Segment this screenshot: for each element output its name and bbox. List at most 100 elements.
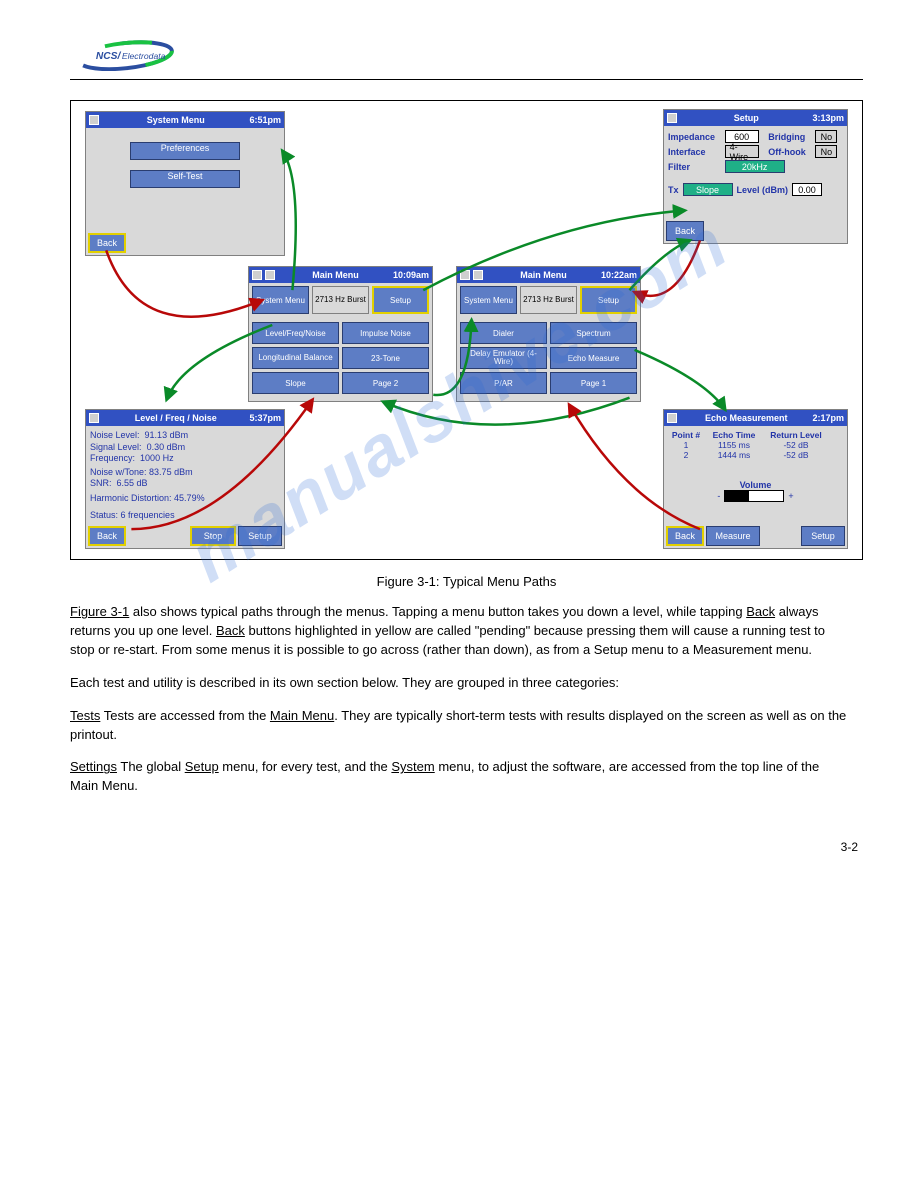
status-val: 6 frequencies [121, 510, 175, 520]
settings-link[interactable]: Settings [70, 759, 117, 774]
filter-value[interactable]: 20kHz [725, 160, 785, 173]
bridging-value[interactable]: No [815, 130, 837, 143]
window-icon [252, 270, 262, 280]
volume-slider[interactable] [724, 490, 784, 502]
title: Level / Freq / Noise [102, 413, 249, 423]
screen-lfn: Level / Freq / Noise 5:37pm Noise Level:… [85, 409, 285, 549]
impulse-button[interactable]: Impulse Noise [342, 322, 429, 344]
hdr-return: Return Level [764, 430, 828, 440]
lb-button[interactable]: Longitudinal Balance [252, 347, 339, 369]
burst-button[interactable]: 2713 Hz Burst [312, 286, 369, 314]
volume-label: Volume [740, 480, 772, 490]
row2-et: 1444 ms [704, 450, 764, 460]
row2-rl: -52 dB [764, 450, 828, 460]
title: Main Menu [486, 270, 601, 280]
fig-link[interactable]: Figure 3-1 [70, 604, 129, 619]
burst-button[interactable]: 2713 Hz Burst [520, 286, 577, 314]
p3a: Tests are accessed from the [104, 708, 270, 723]
back-link[interactable]: Back [746, 604, 775, 619]
system-menu-button[interactable]: System Menu [460, 286, 517, 314]
23tone-button[interactable]: 23-Tone [342, 347, 429, 369]
row1-pt: 1 [668, 440, 704, 450]
level-value[interactable]: 0.00 [792, 183, 822, 196]
tx-slope[interactable]: Slope [683, 183, 733, 196]
vol-minus[interactable]: - [717, 491, 720, 501]
window-icon [667, 113, 677, 123]
tests-link[interactable]: Tests [70, 708, 100, 723]
lfn-button[interactable]: Level/Freq/Noise [252, 322, 339, 344]
body-text: Figure 3-1 also shows typical paths thro… [70, 603, 850, 796]
p4b: menu, for every test, and the [219, 759, 392, 774]
stop-button[interactable]: Stop [190, 526, 236, 546]
offhook-value[interactable]: No [815, 145, 837, 158]
par-button[interactable]: P/AR [460, 372, 547, 394]
window-icon [89, 115, 99, 125]
setup-button[interactable]: Setup [372, 286, 429, 314]
spectrum-button[interactable]: Spectrum [550, 322, 637, 344]
hdr-point: Point # [668, 430, 704, 440]
time: 10:22am [601, 270, 637, 280]
back-button[interactable]: Back [666, 526, 704, 546]
selftest-button[interactable]: Self-Test [130, 170, 240, 188]
screen-setup: Setup 3:13pm Impedance 600 Bridging No I… [663, 109, 848, 244]
screen-echo: Echo Measurement 2:17pm Point # Echo Tim… [663, 409, 848, 549]
figure-caption: Figure 3-1: Typical Menu Paths [70, 574, 863, 589]
back-button[interactable]: Back [88, 526, 126, 546]
row1-et: 1155 ms [704, 440, 764, 450]
tx-label: Tx [668, 185, 679, 195]
nl-val: 91.13 dBm [145, 430, 189, 440]
system-menu-button[interactable]: System Menu [252, 286, 309, 314]
dialer-button[interactable]: Dialer [460, 322, 547, 344]
hd-label: Harmonic Distortion: [90, 493, 172, 503]
echo-button[interactable]: Echo Measure [550, 347, 637, 369]
row2-pt: 2 [668, 450, 704, 460]
nwt-label: Noise w/Tone: [90, 467, 147, 477]
window-icon [460, 270, 470, 280]
interface-value[interactable]: 4-Wire [725, 145, 759, 158]
back-button[interactable]: Back [666, 221, 704, 241]
time: 10:09am [393, 270, 429, 280]
logo: NCS/ Electrodata [70, 40, 180, 71]
title: System Menu [102, 115, 249, 125]
snr-label: SNR: [90, 478, 112, 488]
delay-button[interactable]: Delay Emulator (4-Wire) [460, 347, 547, 369]
window-icon [89, 413, 99, 423]
svg-text:NCS/: NCS/ [96, 51, 122, 62]
status-label: Status: [90, 510, 118, 520]
page2-button[interactable]: Page 2 [342, 372, 429, 394]
mainmenu-link[interactable]: Main Menu [270, 708, 334, 723]
hd-val: 45.79% [174, 493, 205, 503]
time: 6:51pm [249, 115, 281, 125]
setup-button[interactable]: Setup [801, 526, 845, 546]
nwt-val: 83.75 dBm [149, 467, 193, 477]
vol-plus[interactable]: + [788, 491, 793, 501]
screen-system: System Menu 6:51pm Preferences Self-Test… [85, 111, 285, 256]
diagram: System Menu 6:51pm Preferences Self-Test… [70, 100, 863, 560]
slope-button[interactable]: Slope [252, 372, 339, 394]
title-bar: Setup 3:13pm [664, 110, 847, 126]
measure-button[interactable]: Measure [706, 526, 760, 546]
save-icon [473, 270, 483, 280]
setup-button[interactable]: Setup [580, 286, 637, 314]
impedance-label: Impedance [668, 132, 721, 142]
fr-label: Frequency: [90, 453, 135, 463]
page-number: 3-2 [841, 840, 858, 854]
back-button[interactable]: Back [88, 233, 126, 253]
screen-mainmenu-2: Main Menu 10:22am System Menu 2713 Hz Bu… [456, 266, 641, 402]
level-label: Level (dBm) [737, 185, 789, 195]
system-link[interactable]: System [391, 759, 434, 774]
title-bar: Level / Freq / Noise 5:37pm [86, 410, 284, 426]
p1a: also shows typical paths through the men… [129, 604, 746, 619]
preferences-button[interactable]: Preferences [130, 142, 240, 160]
back-link-2[interactable]: Back [216, 623, 245, 638]
title: Echo Measurement [680, 413, 812, 423]
row1-rl: -52 dB [764, 440, 828, 450]
setup-link[interactable]: Setup [185, 759, 219, 774]
page1-button[interactable]: Page 1 [550, 372, 637, 394]
bridging-label: Bridging [768, 132, 811, 142]
save-icon [265, 270, 275, 280]
title-bar: System Menu 6:51pm [86, 112, 284, 128]
title: Setup [680, 113, 812, 123]
setup-button[interactable]: Setup [238, 526, 282, 546]
title: Main Menu [278, 270, 393, 280]
